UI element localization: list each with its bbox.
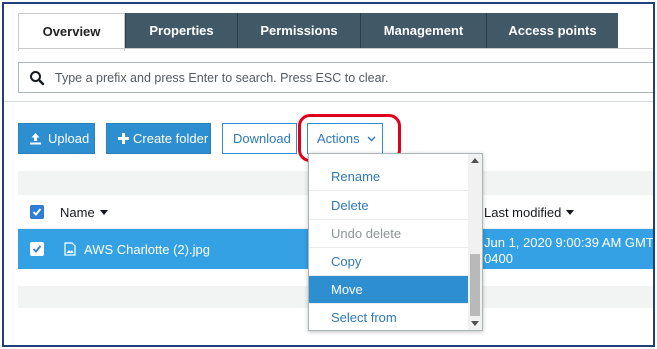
upload-label: Upload <box>48 131 90 146</box>
s3-bucket-panel: Overview Properties Permissions Manageme… <box>2 2 655 347</box>
tab-management[interactable]: Management <box>360 13 486 49</box>
menu-item-delete[interactable]: Delete <box>309 192 470 220</box>
menu-item-rename[interactable]: Rename <box>309 163 470 191</box>
actions-dropdown-menu: Rename Delete Undo delete Copy Move Sele… <box>308 153 483 331</box>
download-button[interactable]: Download <box>222 123 297 154</box>
scrollbar-thumb[interactable] <box>470 254 480 316</box>
scroll-down-arrow-icon[interactable] <box>471 321 479 326</box>
last-modified-line1: Jun 1, 2020 9:00:39 AM GMT- <box>484 235 655 250</box>
sort-caret-icon <box>566 210 575 215</box>
search-input[interactable] <box>55 63 645 92</box>
file-name-link[interactable]: AWS Charlotte (2).jpg <box>84 242 210 257</box>
column-header-last-modified[interactable]: Last modified <box>484 205 575 220</box>
image-file-icon <box>64 242 76 256</box>
column-last-modified-label: Last modified <box>484 205 562 220</box>
create-folder-button[interactable]: Create folder <box>106 123 211 154</box>
sort-caret-icon <box>99 210 108 215</box>
tab-overview[interactable]: Overview <box>18 13 125 51</box>
select-all-checkbox[interactable] <box>30 205 44 219</box>
prefix-search-box <box>18 62 653 93</box>
menu-item-undo-delete: Undo delete <box>309 220 470 248</box>
column-name-label: Name <box>60 205 95 220</box>
tab-access-points[interactable]: Access points <box>486 13 618 49</box>
upload-icon <box>30 133 41 145</box>
plus-icon <box>118 133 129 144</box>
upload-button[interactable]: Upload <box>18 123 95 154</box>
column-header-name[interactable]: Name <box>60 205 108 220</box>
last-modified-line2: 0400 <box>484 251 513 266</box>
divider <box>4 101 653 102</box>
menu-item-move[interactable]: Move <box>309 276 470 304</box>
menu-item-copy[interactable]: Copy <box>309 248 470 276</box>
check-icon <box>32 208 42 216</box>
scroll-up-arrow-icon[interactable] <box>471 158 479 163</box>
check-icon <box>32 245 42 253</box>
tab-underline <box>18 48 653 49</box>
tab-permissions[interactable]: Permissions <box>237 13 360 49</box>
menu-item-select-from[interactable]: Select from <box>309 304 470 330</box>
search-icon <box>30 71 45 86</box>
row-checkbox[interactable] <box>30 242 44 256</box>
tab-properties[interactable]: Properties <box>125 13 237 49</box>
download-label: Download <box>233 131 291 146</box>
create-folder-label: Create folder <box>133 131 209 146</box>
menu-scrollbar[interactable] <box>468 154 482 330</box>
